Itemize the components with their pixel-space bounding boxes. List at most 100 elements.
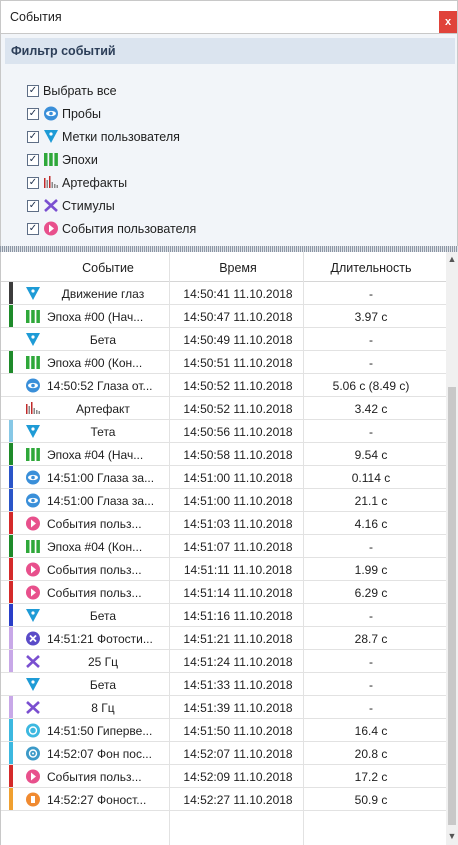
checkbox[interactable]: ✓: [27, 107, 39, 120]
user-mark-icon: [25, 608, 41, 623]
event-time: 14:51:21 11.10.2018: [183, 632, 293, 646]
user-mark-icon: [25, 677, 41, 692]
event-name: Бета: [89, 333, 117, 347]
table-row[interactable]: 14:52:07 Фон пос... 14:52:07 11.10.2018 20…: [1, 742, 447, 765]
table-body: Движение глаз 14:50:41 11.10.2018 - Эпоха #…: [1, 282, 447, 811]
epoch-icon: [25, 539, 41, 554]
table-row[interactable]: События польз... 14:51:11 11.10.2018 1.99 …: [1, 558, 447, 581]
event-duration: -: [369, 287, 373, 301]
column-header-duration[interactable]: Длительность: [307, 261, 435, 275]
event-name: Эпоха #00 (Нач...: [47, 310, 144, 324]
table-row[interactable]: Эпоха #00 (Кон... 14:50:51 11.10.2018 -: [1, 351, 447, 374]
background-icon: [25, 746, 41, 761]
table-row[interactable]: 14:51:50 Гиперве... 14:51:50 11.10.2018 16…: [1, 719, 447, 742]
filter-list: ✓ Выбрать все ✓ Пробы ✓ Метки пользователя ✓ Эп…: [27, 79, 196, 240]
checkbox[interactable]: ✓: [27, 153, 39, 166]
close-button[interactable]: x: [439, 11, 457, 33]
epoch-icon: [25, 355, 41, 370]
row-color-strip: [9, 604, 13, 626]
artifact-icon: [43, 176, 59, 190]
filter-panel: Фильтр событий ✓ Выбрать все ✓ Пробы ✓ Метки …: [0, 34, 458, 246]
table-row[interactable]: Тета 14:50:56 11.10.2018 -: [1, 420, 447, 443]
event-time: 14:51:50 11.10.2018: [183, 724, 293, 738]
scroll-up-arrow-icon[interactable]: ▲: [446, 254, 458, 266]
table-row[interactable]: 14:51:00 Глаза за... 14:51:00 11.10.2018 0…: [1, 466, 447, 489]
checkbox[interactable]: ✓: [27, 130, 39, 143]
table-row[interactable]: 14:51:00 Глаза за... 14:51:00 11.10.2018 2…: [1, 489, 447, 512]
checkbox[interactable]: ✓: [27, 176, 39, 189]
scroll-down-arrow-icon[interactable]: ▼: [446, 831, 458, 843]
user-mark-icon: [25, 332, 41, 347]
event-name: 14:51:50 Гиперве...: [47, 724, 153, 738]
event-time: 14:51:00 11.10.2018: [183, 471, 293, 485]
vertical-scrollbar[interactable]: ▲ ▼: [446, 252, 458, 845]
filter-item[interactable]: ✓ Артефакты: [27, 171, 196, 194]
table-row[interactable]: Эпоха #04 (Нач... 14:50:58 11.10.2018 9.54…: [1, 443, 447, 466]
event-time: 14:50:58 11.10.2018: [183, 448, 293, 462]
checkbox[interactable]: ✓: [27, 222, 39, 235]
hyperventilation-icon: [25, 723, 41, 738]
event-name: 14:50:52 Глаза от...: [47, 379, 153, 393]
table-row[interactable]: 14:51:21 Фотости... 14:51:21 11.10.2018 28…: [1, 627, 447, 650]
scroll-thumb[interactable]: [448, 387, 456, 825]
filter-item[interactable]: ✓ Выбрать все: [27, 79, 196, 102]
event-duration: 3.97 с: [354, 310, 388, 324]
filter-item[interactable]: ✓ События пользователя: [27, 217, 196, 240]
event-duration: 20.8 с: [354, 747, 388, 761]
filter-item[interactable]: ✓ Эпохи: [27, 148, 196, 171]
event-time: 14:50:41 11.10.2018: [183, 287, 293, 301]
column-header-event[interactable]: Событие: [45, 261, 171, 275]
event-name: События польз...: [47, 517, 142, 531]
table-row[interactable]: Бета 14:51:16 11.10.2018 -: [1, 604, 447, 627]
user-mark-icon: [25, 286, 41, 301]
filter-item[interactable]: ✓ Пробы: [27, 102, 196, 125]
table-row[interactable]: 25 Гц 14:51:24 11.10.2018 -: [1, 650, 447, 673]
event-name: Движение глаз: [61, 287, 145, 301]
event-duration: 17.2 с: [354, 770, 388, 784]
table-row[interactable]: Движение глаз 14:50:41 11.10.2018 -: [1, 282, 447, 305]
event-name: Эпоха #04 (Кон...: [47, 540, 143, 554]
probe-icon: [43, 106, 59, 121]
window-titlebar: События x: [0, 0, 458, 34]
row-color-strip: [9, 328, 13, 350]
checkbox[interactable]: ✓: [27, 199, 39, 212]
event-time: 14:52:27 11.10.2018: [183, 793, 293, 807]
event-time: 14:52:09 11.10.2018: [183, 770, 293, 784]
table-row[interactable]: 8 Гц 14:51:39 11.10.2018 -: [1, 696, 447, 719]
event-name: Артефакт: [76, 402, 130, 416]
table-row[interactable]: Бета 14:50:49 11.10.2018 -: [1, 328, 447, 351]
event-duration: 28.7 с: [354, 632, 388, 646]
column-header-time[interactable]: Время: [173, 261, 303, 275]
table-row[interactable]: Артефакт 14:50:52 11.10.2018 3.42 с: [1, 397, 447, 420]
filter-item-label: Стимулы: [62, 198, 115, 213]
event-time: 14:52:07 11.10.2018: [183, 747, 293, 761]
row-color-strip: [9, 282, 13, 304]
table-row[interactable]: 14:50:52 Глаза от... 14:50:52 11.10.2018 5…: [1, 374, 447, 397]
table-row[interactable]: 14:52:27 Фоност... 14:52:27 11.10.2018 50.…: [1, 788, 447, 811]
filter-item[interactable]: ✓ Стимулы: [27, 194, 196, 217]
event-time: 14:51:00 11.10.2018: [183, 494, 293, 508]
table-row[interactable]: Эпоха #00 (Нач... 14:50:47 11.10.2018 3.97…: [1, 305, 447, 328]
event-name: Эпоха #00 (Кон...: [47, 356, 143, 370]
table-row[interactable]: События польз... 14:51:14 11.10.2018 6.29 …: [1, 581, 447, 604]
event-duration: 50.9 с: [354, 793, 388, 807]
row-color-strip: [9, 512, 13, 534]
table-row[interactable]: События польз... 14:51:03 11.10.2018 4.16 …: [1, 512, 447, 535]
probe-icon: [25, 493, 41, 508]
user-event-icon: [25, 516, 41, 531]
event-name: События польз...: [47, 770, 142, 784]
filter-item[interactable]: ✓ Метки пользователя: [27, 125, 196, 148]
event-name: Тета: [90, 425, 116, 439]
table-row[interactable]: Бета 14:51:33 11.10.2018 -: [1, 673, 447, 696]
event-time: 14:50:56 11.10.2018: [183, 425, 293, 439]
event-name: 25 Гц: [87, 655, 119, 669]
table-row[interactable]: События польз... 14:52:09 11.10.2018 17.2 …: [1, 765, 447, 788]
event-name: Бета: [89, 678, 117, 692]
filter-item-label: Эпохи: [62, 152, 98, 167]
table-row[interactable]: Эпоха #04 (Кон... 14:51:07 11.10.2018 -: [1, 535, 447, 558]
event-duration: -: [369, 678, 373, 692]
event-duration: 1.99 с: [354, 563, 388, 577]
checkbox[interactable]: ✓: [27, 84, 39, 97]
user-event-icon: [43, 221, 59, 236]
event-duration: 16.4 с: [354, 724, 388, 738]
